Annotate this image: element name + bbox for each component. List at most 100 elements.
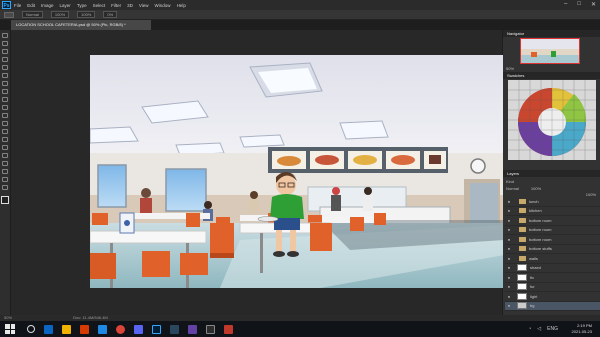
layer-name: shaed bbox=[530, 265, 541, 271]
search-icon[interactable] bbox=[27, 325, 35, 333]
layer-row[interactable]: ● walls bbox=[505, 254, 600, 264]
wifi-icon[interactable]: ◔ bbox=[528, 326, 531, 332]
edge-icon[interactable] bbox=[98, 324, 107, 334]
layer-blend-mode[interactable]: Normal bbox=[506, 186, 519, 191]
brush-preset-picker[interactable] bbox=[4, 11, 14, 18]
task-view-icon[interactable] bbox=[44, 324, 53, 334]
windows-start-icon[interactable] bbox=[5, 324, 15, 334]
layer-row[interactable]: ● bottom room bbox=[505, 235, 600, 245]
layer-row[interactable]: ● fix bbox=[505, 273, 600, 283]
menu-file[interactable]: File bbox=[14, 3, 21, 8]
layer-row[interactable]: ● kitchen bbox=[505, 207, 600, 216]
eye-icon[interactable]: ● bbox=[505, 237, 513, 242]
layer-row[interactable]: ● fur bbox=[505, 283, 600, 292]
layer-row[interactable]: ● light bbox=[505, 292, 600, 302]
eye-icon[interactable]: ● bbox=[505, 199, 513, 204]
close-button[interactable]: ✕ bbox=[591, 1, 596, 8]
chrome-icon[interactable] bbox=[116, 324, 125, 334]
opacity-field[interactable]: 100% bbox=[50, 11, 70, 18]
flow-field[interactable]: 100% bbox=[77, 11, 96, 18]
layer-thumbnail bbox=[517, 283, 527, 291]
brush-tool-icon[interactable] bbox=[2, 89, 8, 94]
photoshop-taskbar-icon[interactable] bbox=[152, 324, 161, 334]
pen-tool-icon[interactable] bbox=[2, 145, 8, 150]
language-indicator[interactable]: ENG bbox=[547, 326, 558, 332]
menu-help[interactable]: Help bbox=[177, 3, 186, 8]
twitch-icon[interactable] bbox=[188, 324, 197, 334]
eye-icon[interactable]: ● bbox=[505, 227, 513, 232]
volume-icon[interactable]: ◁ bbox=[537, 326, 541, 332]
eye-icon[interactable]: ● bbox=[505, 246, 513, 251]
swatches-panel-title[interactable]: Swatches bbox=[503, 72, 600, 79]
path-select-icon[interactable] bbox=[2, 161, 8, 166]
steam-icon[interactable] bbox=[170, 324, 179, 334]
status-zoom[interactable]: 50% bbox=[4, 315, 12, 320]
color-wheel-swatches[interactable] bbox=[508, 80, 596, 160]
canvas[interactable] bbox=[90, 55, 504, 288]
menu-layer[interactable]: Layer bbox=[60, 3, 71, 8]
menu-edit[interactable]: Edit bbox=[27, 3, 35, 8]
layer-thumbnail bbox=[517, 292, 527, 300]
layers-panel-title[interactable]: Layers bbox=[503, 170, 600, 177]
eraser-icon[interactable] bbox=[2, 113, 8, 118]
foreground-color-swatch[interactable] bbox=[1, 196, 9, 204]
layer-row[interactable]: ● bottom room bbox=[505, 226, 600, 235]
eye-icon[interactable]: ● bbox=[505, 256, 513, 261]
menu-filter[interactable]: Filter bbox=[111, 3, 121, 8]
mode-select[interactable]: Normal bbox=[22, 11, 43, 18]
hand-tool-icon[interactable] bbox=[2, 177, 8, 182]
menu-3d[interactable]: 3D bbox=[127, 3, 133, 8]
navigator-panel-title[interactable]: Navigator bbox=[503, 30, 600, 37]
lasso-tool-icon[interactable] bbox=[2, 49, 8, 54]
crop-tool-icon[interactable] bbox=[2, 65, 8, 70]
document-tab[interactable]: LOCATION SCHOOL CAFETERIA.psd @ 50% (Pic… bbox=[11, 20, 151, 30]
file-explorer-icon[interactable] bbox=[62, 324, 71, 334]
maximize-button[interactable]: □ bbox=[577, 1, 581, 8]
eye-icon[interactable]: ● bbox=[505, 294, 513, 299]
layer-opacity[interactable]: 100% bbox=[531, 186, 541, 191]
eye-icon[interactable]: ● bbox=[505, 265, 513, 270]
eye-icon[interactable]: ● bbox=[505, 208, 513, 213]
layer-row[interactable]: ● shaed bbox=[505, 264, 600, 273]
layer-name: fur bbox=[530, 284, 535, 290]
eyedropper-icon[interactable] bbox=[2, 73, 8, 78]
layer-name: bottom room bbox=[529, 217, 552, 223]
layer-row-selected[interactable]: ● bg bbox=[505, 301, 600, 311]
type-tool-icon[interactable] bbox=[2, 153, 8, 158]
healing-brush-icon[interactable] bbox=[2, 81, 8, 86]
eye-icon[interactable]: ● bbox=[505, 303, 513, 308]
navigator-thumbnail[interactable] bbox=[520, 38, 580, 64]
dodge-icon[interactable] bbox=[2, 137, 8, 142]
shape-tool-icon[interactable] bbox=[2, 169, 8, 174]
eye-icon[interactable]: ● bbox=[505, 218, 513, 223]
menu-view[interactable]: View bbox=[139, 3, 149, 8]
record-icon[interactable] bbox=[224, 324, 233, 334]
clone-stamp-icon[interactable] bbox=[2, 97, 8, 102]
menu-type[interactable]: Type bbox=[77, 3, 87, 8]
minimize-button[interactable]: – bbox=[564, 1, 567, 8]
blur-icon[interactable] bbox=[2, 129, 8, 134]
eye-icon[interactable]: ● bbox=[505, 275, 513, 280]
magic-wand-icon[interactable] bbox=[2, 57, 8, 62]
app-icon[interactable] bbox=[206, 324, 215, 334]
eye-icon[interactable]: ● bbox=[505, 284, 513, 289]
office-icon[interactable] bbox=[80, 324, 89, 334]
move-tool-icon[interactable] bbox=[2, 33, 8, 38]
layer-row[interactable]: ● lunch bbox=[505, 197, 600, 207]
layer-row[interactable]: ● bottom room bbox=[505, 216, 600, 226]
smoothing-field[interactable]: 0% bbox=[103, 11, 118, 18]
marquee-tool-icon[interactable] bbox=[2, 41, 8, 46]
menu-select[interactable]: Select bbox=[93, 3, 106, 8]
gradient-icon[interactable] bbox=[2, 121, 8, 126]
menu-image[interactable]: Image bbox=[41, 3, 54, 8]
history-brush-icon[interactable] bbox=[2, 105, 8, 110]
discord-icon[interactable] bbox=[134, 324, 143, 334]
layer-name: bottom stuffs bbox=[529, 246, 552, 252]
layer-name: bottom room bbox=[529, 236, 552, 242]
layer-row[interactable]: ● bottom stuffs bbox=[505, 245, 600, 254]
navigator-zoom[interactable]: 50% bbox=[506, 66, 514, 71]
menu-window[interactable]: Window bbox=[155, 3, 171, 8]
layer-filter-kind[interactable]: Kind bbox=[506, 179, 514, 184]
system-clock[interactable]: 2:19 PM 2021-05-23 bbox=[572, 323, 592, 334]
zoom-tool-icon[interactable] bbox=[2, 185, 8, 190]
